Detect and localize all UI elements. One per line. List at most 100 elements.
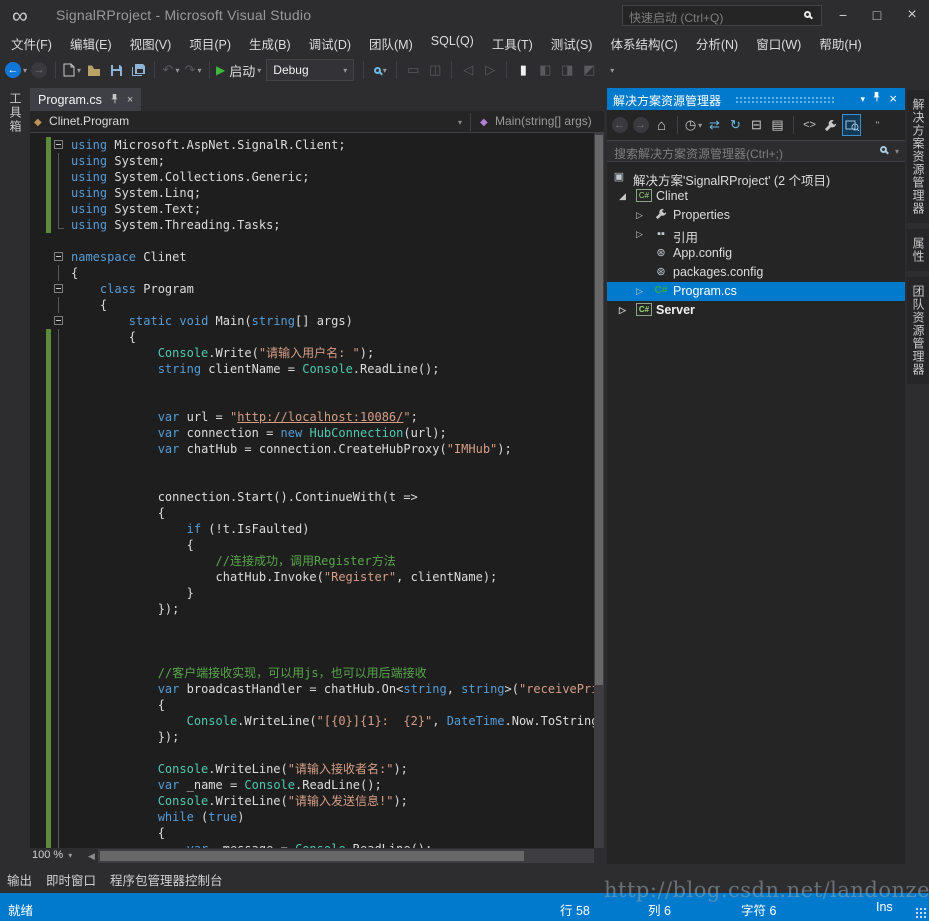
editor-horizontal-scrollbar[interactable] [98,849,594,863]
navigate-forward-button[interactable]: → [29,58,49,82]
chevron-down-icon[interactable]: ▾ [458,118,462,127]
home-icon[interactable]: ⌂ [652,114,671,136]
solution-explorer-header[interactable]: 解决方案资源管理器 ▾ × [607,88,905,110]
vertical-tab-0[interactable]: 解决方案资源管理器 [907,90,929,223]
toolbox-vertical-tab[interactable]: 工具箱 [5,86,26,140]
solution-explorer-search-input[interactable]: 搜索解决方案资源管理器(Ctrl+;) [607,140,905,162]
uncomment-button[interactable]: ◫ [425,58,445,82]
menu-item-8[interactable]: 工具(T) [483,30,542,53]
title-bar[interactable]: ∞ SignalRProject - Microsoft Visual Stud… [0,0,929,30]
bottom-tab-0[interactable]: 输出 [7,870,32,889]
minimize-button[interactable]: − [828,4,858,26]
member-dropdown[interactable]: ◆ Main(string[] args) [480,114,592,128]
pin-icon[interactable] [872,91,881,105]
start-debug-button[interactable]: ▶ 启动▾ [216,58,261,82]
properties-pages-icon[interactable]: ▤ [768,114,787,136]
tree-item-packages.config[interactable]: ⊛packages.config [607,263,905,282]
prev-bookmark-button[interactable]: ◧ [535,58,555,82]
menu-item-1[interactable]: 编辑(E) [61,30,121,53]
editor-vertical-scrollbar[interactable] [594,133,604,848]
clear-bookmarks-button[interactable]: ◩ [579,58,599,82]
pin-icon[interactable] [110,93,119,107]
menu-item-0[interactable]: 文件(F) [2,30,61,53]
expander-collapsed-icon[interactable]: ▷ [636,286,643,297]
tree-item--[interactable]: ▷▪▪引用 [607,225,905,244]
quick-launch-search-icon[interactable] [804,11,811,18]
new-file-button[interactable]: ▾ [62,58,82,82]
save-button[interactable] [106,58,126,82]
horizontal-scrollbar-thumb[interactable] [100,851,524,861]
sync-with-active-document-icon[interactable] [842,114,861,136]
menu-item-7[interactable]: SQL(Q) [422,30,483,53]
drag-grip[interactable] [735,96,835,103]
prev-issue-button[interactable]: ◁ [458,58,478,82]
bottom-tab-2[interactable]: 程序包管理器控制台 [110,870,223,889]
view-code-icon[interactable]: <> [800,114,819,136]
menu-item-11[interactable]: 分析(N) [687,30,747,53]
expander-collapsed-icon[interactable]: ▷ [636,210,643,221]
vertical-tab-2[interactable]: 团队资源管理器 [907,277,929,384]
refresh-icon[interactable]: ↻ [726,114,745,136]
switch-views-icon[interactable]: ⇄ [705,114,724,136]
tree-item--signalrproject-2-[interactable]: ▣解决方案'SignalRProject' (2 个项目) [607,168,905,187]
comment-button[interactable]: ▭ [403,58,423,82]
outline-guide-line [58,665,59,681]
save-all-button[interactable] [128,58,148,82]
menu-item-10[interactable]: 体系结构(C) [601,30,686,53]
toolbar-overflow-icon[interactable]: '' [868,114,887,136]
close-tab-icon[interactable]: × [127,94,133,106]
vertical-tab-1[interactable]: 属性 [907,229,929,271]
expander-collapsed-icon[interactable]: ▷ [619,305,626,316]
menu-item-4[interactable]: 生成(B) [240,30,300,53]
collapse-all-icon[interactable]: ⊟ [747,114,766,136]
maximize-button[interactable]: □ [862,4,892,26]
solution-config-dropdown[interactable]: Debug▾ [266,59,354,81]
type-dropdown[interactable]: ◆ Clinet.Program [34,114,129,128]
quick-launch-input[interactable]: 快速启动 (Ctrl+Q) [622,5,822,26]
resize-grip[interactable] [915,907,927,919]
search-icon[interactable] [880,146,887,153]
zoom-level-dropdown[interactable]: 100 % ▾ [32,849,72,861]
expander-collapsed-icon[interactable]: ▷ [636,229,643,240]
next-bookmark-button[interactable]: ◨ [557,58,577,82]
tree-item-server[interactable]: ▷C#Server [607,301,905,320]
menu-item-2[interactable]: 视图(V) [121,30,181,53]
outline-collapse-icon[interactable] [54,140,63,149]
pending-changes-filter-icon[interactable]: ◷▾ [684,114,703,136]
next-issue-button[interactable]: ▷ [480,58,500,82]
toolbar-overflow-button[interactable]: ▾ [601,58,621,82]
redo-button[interactable]: ↷▾ [183,58,203,82]
expander-expanded-icon[interactable]: ◢ [619,191,626,202]
menu-item-5[interactable]: 调试(D) [300,30,360,53]
outline-collapse-icon[interactable] [54,252,63,261]
menu-item-13[interactable]: 帮助(H) [810,30,870,53]
toggle-bookmark-button[interactable]: ▮ [513,58,533,82]
search-options-icon[interactable]: ▾ [895,147,899,156]
undo-button[interactable]: ↶▾ [161,58,181,82]
close-panel-icon[interactable]: × [889,91,897,106]
back-icon[interactable]: ← [610,114,629,136]
tree-item-app.config[interactable]: ⊛App.config [607,244,905,263]
open-file-button[interactable] [84,58,104,82]
tree-item-properties[interactable]: ▷Properties [607,206,905,225]
window-position-icon[interactable]: ▾ [860,94,865,105]
scroll-left-arrow-icon[interactable]: ◀ [88,851,95,862]
tree-item-program.cs[interactable]: ▷C#Program.cs [607,282,905,301]
close-button[interactable]: × [897,4,927,26]
code-line: var _name = Console.ReadLine(); [71,777,382,793]
outline-collapse-icon[interactable] [54,284,63,293]
tab-program-cs[interactable]: Program.cs × [30,88,141,111]
navigate-back-button[interactable]: ←▾ [5,58,27,82]
find-in-files-button[interactable]: ▾ [370,58,390,82]
forward-icon[interactable]: → [631,114,650,136]
outline-collapse-icon[interactable] [54,316,63,325]
menu-item-12[interactable]: 窗口(W) [747,30,810,53]
menu-item-9[interactable]: 测试(S) [542,30,602,53]
vertical-scrollbar-thumb[interactable] [595,135,603,685]
menu-item-6[interactable]: 团队(M) [360,30,422,53]
bottom-tab-1[interactable]: 即时窗口 [46,870,96,889]
tree-item-clinet[interactable]: ◢C#Clinet [607,187,905,206]
code-editor[interactable]: using Microsoft.AspNet.SignalR.Client;us… [30,133,594,848]
menu-item-3[interactable]: 项目(P) [180,30,240,53]
properties-wrench-icon[interactable] [821,114,840,136]
